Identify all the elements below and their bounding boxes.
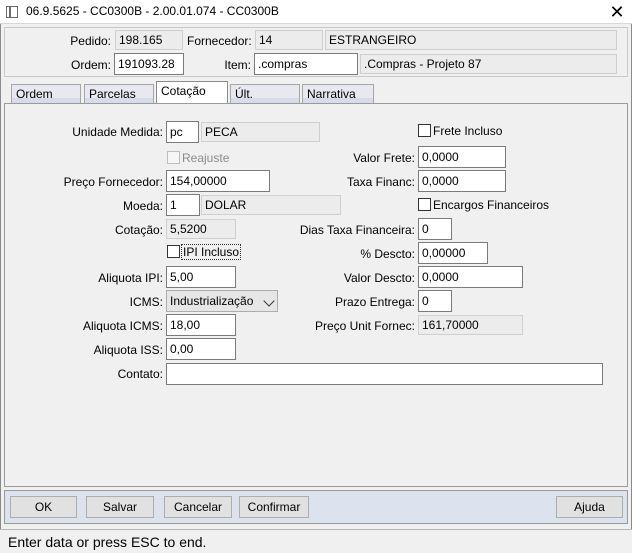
ipi-incluso-label: IPI Incluso <box>181 244 242 260</box>
unidade-medida-field[interactable]: pc <box>166 121 199 143</box>
prazo-entrega-field[interactable]: 0 <box>418 290 452 312</box>
reajuste-checkbox[interactable] <box>167 151 180 164</box>
frete-incluso-checkbox[interactable] <box>418 124 431 137</box>
preco-fornecedor-label: Preço Fornecedor: <box>63 175 163 189</box>
cancelar-button[interactable]: Cancelar <box>164 496 232 518</box>
moeda-label: Moeda: <box>122 199 163 213</box>
title-bar: 06.9.5625 - CC0300B - 2.00.01.074 - CC03… <box>0 0 632 24</box>
salvar-button[interactable]: Salvar <box>86 496 154 518</box>
aliquota-icms-label: Aliquota ICMS: <box>82 319 163 333</box>
prazo-entrega-label: Prazo Entrega: <box>334 295 415 309</box>
contato-label: Contato: <box>117 367 163 381</box>
ajuda-button[interactable]: Ajuda <box>556 496 623 518</box>
confirmar-button[interactable]: Confirmar <box>239 496 309 518</box>
icms-select[interactable]: Industrialização <box>166 290 278 312</box>
valor-frete-field[interactable]: 0,0000 <box>418 146 506 168</box>
valor-descto-label: Valor Descto: <box>343 271 415 285</box>
unidade-medida-desc: PECA <box>201 122 320 142</box>
cotacao-value: 5,5200 <box>166 219 236 239</box>
aliquota-icms-field[interactable]: 18,00 <box>166 314 236 336</box>
unidade-medida-label: Unidade Medida: <box>72 125 163 139</box>
icms-select-value: Industrialização <box>170 294 254 308</box>
status-bar: Enter data or press ESC to end. <box>0 529 632 553</box>
preco-unit-fornec-value: 161,70000 <box>418 315 523 335</box>
window-frame: Pedido: 198.165 Fornecedor: 14 ESTRANGEI… <box>0 24 632 553</box>
close-icon[interactable]: ✕ <box>602 0 632 24</box>
reajuste-label: Reajuste <box>182 151 230 165</box>
aliquota-ipi-label: Aliquota IPI: <box>98 271 163 285</box>
moeda-field[interactable]: 1 <box>166 194 200 216</box>
preco-fornecedor-field[interactable]: 154,00000 <box>166 170 270 192</box>
preco-unit-fornec-label: Preço Unit Fornec: <box>314 319 415 333</box>
dias-taxa-financeira-field[interactable]: 0 <box>418 218 452 240</box>
aliquota-iss-label: Aliquota ISS: <box>93 343 163 357</box>
dias-taxa-financeira-label: Dias Taxa Financeira: <box>299 223 415 237</box>
taxa-financ-field[interactable]: 0,0000 <box>418 170 506 192</box>
app-icon <box>6 6 18 18</box>
aliquota-ipi-field[interactable]: 5,00 <box>166 266 236 288</box>
ipi-incluso-checkbox[interactable] <box>167 245 180 258</box>
valor-frete-label: Valor Frete: <box>353 151 415 165</box>
encargos-financeiros-checkbox[interactable] <box>418 198 431 211</box>
pct-descto-field[interactable]: 0,00000 <box>418 242 488 264</box>
encargos-financeiros-label: Encargos Financeiros <box>433 198 550 212</box>
valor-descto-field[interactable]: 0,0000 <box>418 266 523 288</box>
aliquota-iss-field[interactable]: 0,00 <box>166 338 236 360</box>
pct-descto-label: % Descto: <box>360 247 415 261</box>
cotacao-form: Unidade Medida: pc PECA Reajuste Preço F… <box>1 24 631 494</box>
contato-field[interactable] <box>166 363 603 385</box>
moeda-desc: DOLAR <box>201 195 341 215</box>
window-title: 06.9.5625 - CC0300B - 2.00.01.074 - CC03… <box>26 4 279 18</box>
frete-incluso-label: Frete Incluso <box>433 124 503 138</box>
taxa-financ-label: Taxa Financ: <box>346 175 415 189</box>
cotacao-label: Cotação: <box>114 223 163 237</box>
ok-button[interactable]: OK <box>10 496 77 518</box>
chevron-down-icon <box>263 295 275 307</box>
icms-label: ICMS: <box>129 295 163 309</box>
